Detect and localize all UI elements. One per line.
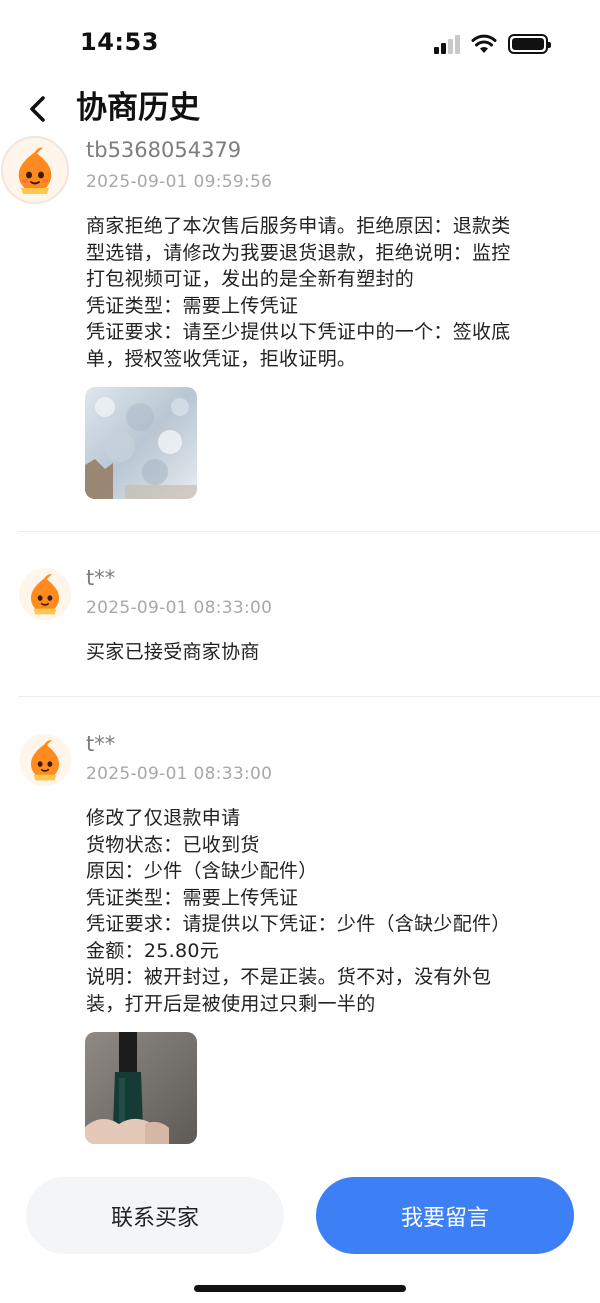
content-line: 单，授权签收凭证，拒收证明。 [86,347,357,370]
evidence-thumbnail[interactable] [85,387,197,499]
content-line: 货物状态：已收到货 [86,833,260,856]
content-line: 装，打开后是被使用过只剩一半的 [86,992,376,1015]
status-time: 14:53 [80,28,159,56]
history-record: tb5368054379 2025-09-01 09:59:56 商家拒绝了本次… [0,136,600,536]
record-time: 2025-09-01 09:59:56 [86,172,273,192]
cellular-signal-icon [434,34,460,54]
leave-message-button[interactable]: 我要留言 [316,1177,574,1254]
battery-icon [508,34,551,54]
content-line: 打包视频可证，发出的是全新有塑封的 [86,268,415,290]
evidence-thumbnail[interactable] [85,1032,197,1144]
evidence-photo [85,387,197,499]
content-line: 凭证要求：请至少提供以下凭证中的一个：签收底 [86,321,511,343]
mascot-avatar-icon [3,138,67,202]
wifi-icon [471,34,497,53]
avatar [19,568,71,620]
back-button[interactable] [24,90,54,128]
evidence-photo [85,1032,197,1144]
history-record: t** 2025-09-01 08:33:00 买家已接受商家协商 [0,566,600,686]
record-username: t** [86,566,116,590]
status-icons [434,32,551,56]
content-line: 修改了仅退款申请 [86,807,241,829]
content-line: 原因：少件（含缺少配件） [86,860,318,882]
mascot-avatar-icon [19,568,71,620]
chevron-left-icon [30,96,45,122]
divider [18,531,600,532]
nav-bar: 协商历史 [0,86,600,132]
status-bar: 14:53 [0,0,600,88]
content-line: 金额：25.80元 [86,939,220,962]
record-username: tb5368054379 [86,138,242,162]
divider [18,696,600,697]
avatar [1,136,69,204]
home-indicator [194,1285,406,1292]
content-line: 凭证要求：请提供以下凭证：少件（含缺少配件） [86,913,511,935]
avatar [19,734,71,786]
record-content: 修改了仅退款申请 货物状态：已收到货 原因：少件（含缺少配件） 凭证类型：需要上… [86,805,576,1017]
contact-buyer-button[interactable]: 联系买家 [26,1177,284,1254]
record-time: 2025-09-01 08:33:00 [86,598,273,618]
record-time: 2025-09-01 08:33:00 [86,764,273,784]
record-content: 买家已接受商家协商 [86,639,576,666]
content-line: 商家拒绝了本次售后服务申请。拒绝原因：退款类 [86,215,511,237]
record-username: t** [86,732,116,756]
content-line: 凭证类型：需要上传凭证 [86,886,299,909]
page-title: 协商历史 [76,90,200,126]
history-record: t** 2025-09-01 08:33:00 修改了仅退款申请 货物状态：已收… [0,732,600,1152]
record-content: 商家拒绝了本次售后服务申请。拒绝原因：退款类 型选错，请修改为我要退货退款，拒绝… [86,213,576,372]
content-line: 买家已接受商家协商 [86,641,260,663]
content-line: 说明：被开封过，不是正装。货不对，没有外包 [86,966,492,988]
mascot-avatar-icon [19,734,71,786]
content-line: 凭证类型：需要上传凭证 [86,294,299,317]
content-line: 型选错，请修改为我要退货退款，拒绝说明：监控 [86,241,511,264]
